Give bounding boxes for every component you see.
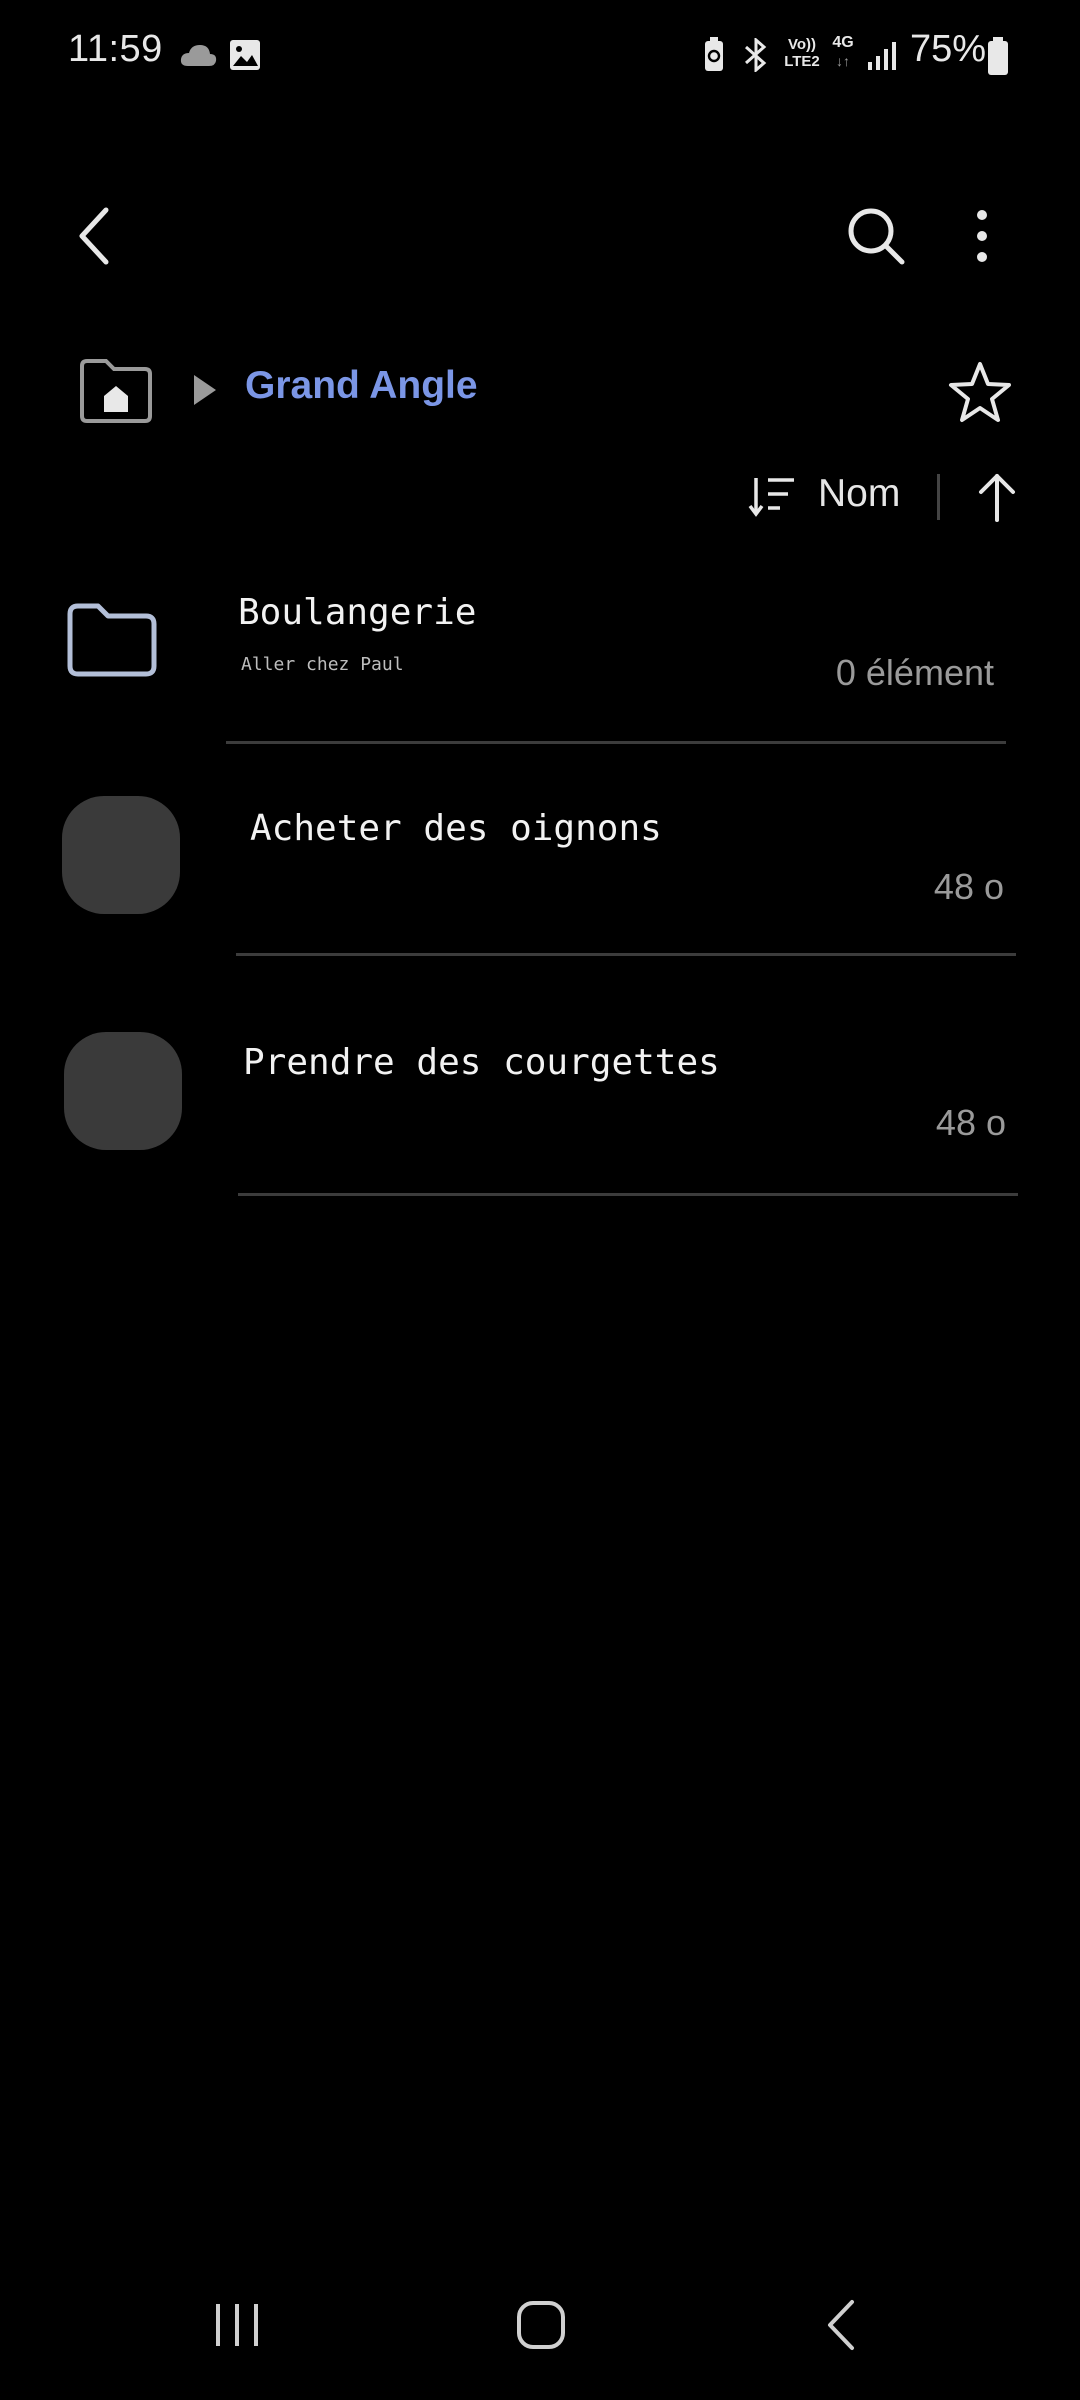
search-icon[interactable] xyxy=(844,204,908,268)
cloud-icon xyxy=(180,45,217,66)
item-title: Boulangerie xyxy=(238,592,477,633)
breadcrumb-current-folder[interactable]: Grand Angle xyxy=(245,364,478,408)
list-item-file[interactable]: Prendre des courgettes 48 o xyxy=(0,1016,1080,1186)
arrow-up-icon[interactable] xyxy=(976,470,1018,524)
status-time: 11:59 xyxy=(68,28,163,70)
home-icon[interactable] xyxy=(514,2298,568,2352)
folder-icon xyxy=(67,603,157,677)
battery-icon xyxy=(988,37,1008,75)
item-subtitle: Aller chez Paul xyxy=(241,654,404,675)
star-icon[interactable] xyxy=(946,360,1014,426)
battery-saver-icon xyxy=(705,37,723,71)
list-divider xyxy=(238,1193,1018,1196)
volte-icon: Vo)) LTE2 xyxy=(784,36,820,70)
image-icon xyxy=(230,40,260,70)
list-divider xyxy=(236,953,1016,956)
bluetooth-icon xyxy=(745,38,767,72)
sort-label[interactable]: Nom xyxy=(818,472,900,516)
item-meta: 48 o xyxy=(933,866,1004,907)
item-title: Prendre des courgettes xyxy=(243,1042,720,1083)
item-meta: 48 o xyxy=(935,1102,1006,1143)
back-arrow-icon[interactable] xyxy=(70,204,120,268)
item-meta: 0 élément xyxy=(835,652,994,693)
list-divider xyxy=(226,741,1006,744)
back-icon[interactable] xyxy=(822,2296,862,2354)
file-thumbnail xyxy=(62,796,180,914)
file-thumbnail xyxy=(64,1032,182,1150)
list-item-file[interactable]: Acheter des oignons 48 o xyxy=(0,780,1080,950)
4g-icon: 4G ↓↑ xyxy=(832,34,854,69)
sort-icon[interactable] xyxy=(748,474,798,520)
home-folder-icon[interactable] xyxy=(76,356,156,426)
list-item-folder[interactable]: Boulangerie Aller chez Paul 0 élément xyxy=(0,570,1080,746)
item-title: Acheter des oignons xyxy=(250,808,662,849)
signal-icon xyxy=(868,42,896,70)
recents-icon[interactable] xyxy=(210,2298,264,2352)
sort-divider xyxy=(937,474,940,520)
more-vert-icon[interactable] xyxy=(966,206,998,266)
chevron-right-icon xyxy=(194,375,216,405)
battery-percent: 75% xyxy=(910,28,987,70)
